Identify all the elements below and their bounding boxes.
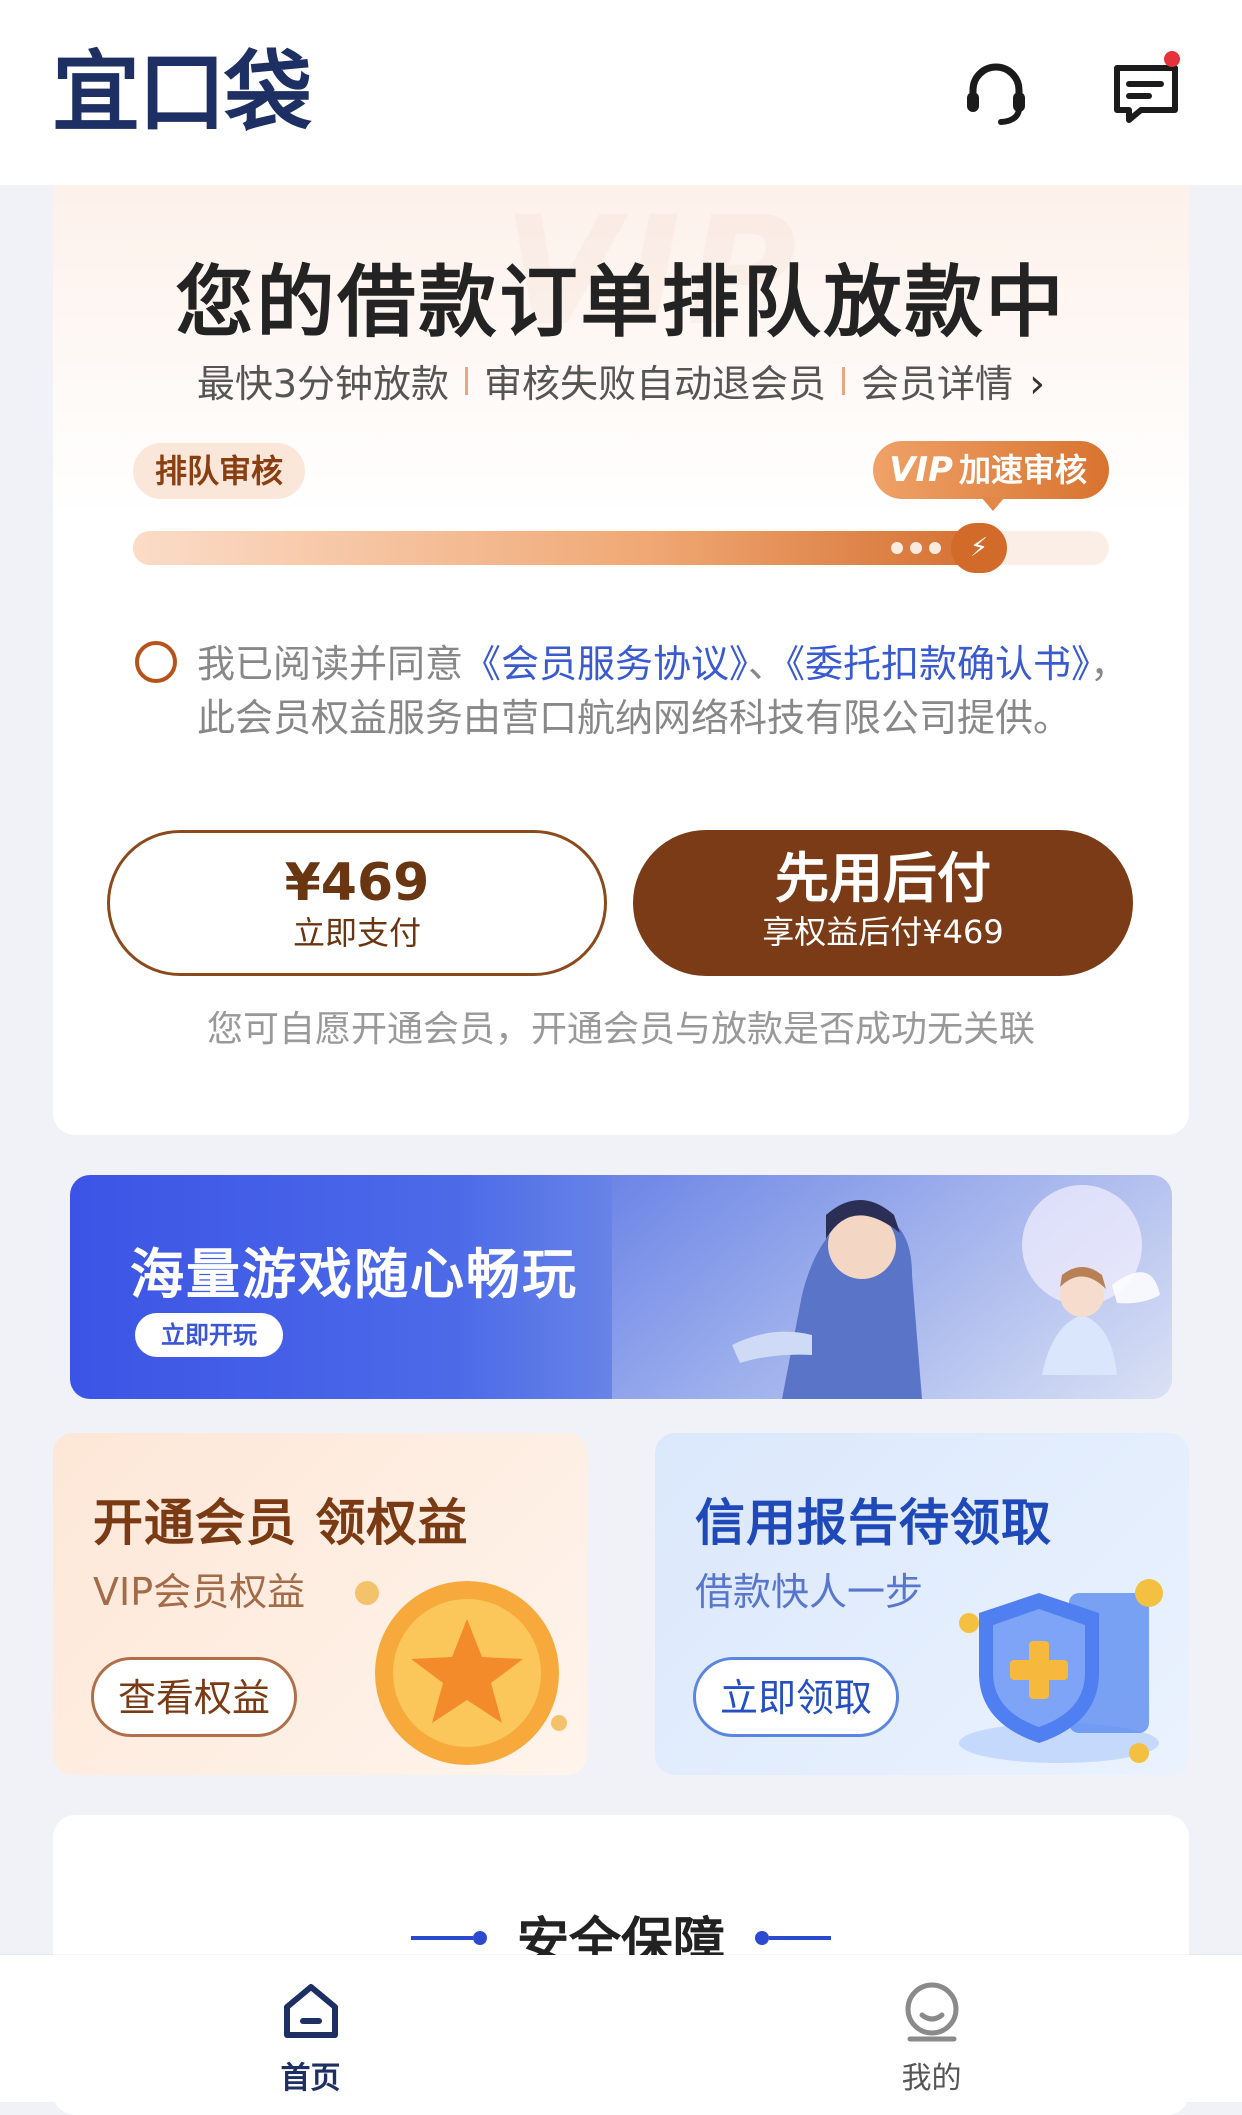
pay-later-button[interactable]: 先用后付 享权益后付¥469 bbox=[633, 830, 1133, 976]
pay-later-label: 先用后付 bbox=[775, 847, 991, 910]
pay-later-sub: 享权益后付¥469 bbox=[762, 913, 1004, 951]
vip-badge: VIP bbox=[889, 450, 953, 490]
notification-dot bbox=[1164, 50, 1180, 67]
app-logo: 宜口袋 bbox=[52, 40, 312, 144]
gold-coin-star-icon bbox=[355, 1581, 567, 1765]
view-benefits-button[interactable]: 查看权益 bbox=[91, 1657, 298, 1737]
refund-text: 审核失败自动退会员 bbox=[484, 362, 827, 406]
app-header: 宜口袋 bbox=[0, 0, 1242, 185]
speedup-label: 加速审核 bbox=[958, 451, 1087, 489]
agree-separator: 、 bbox=[748, 642, 787, 686]
divider bbox=[465, 366, 469, 395]
vip-card-subtitle: VIP会员权益 bbox=[93, 1570, 306, 1614]
credit-report-card[interactable]: 信用报告待领取 借款快人一步 立即领取 bbox=[655, 1433, 1189, 1775]
claim-now-button[interactable]: 立即领取 bbox=[693, 1657, 900, 1737]
tab-home[interactable]: 首页 bbox=[0, 1955, 621, 2102]
agree-checkbox[interactable] bbox=[135, 641, 177, 683]
profile-icon bbox=[905, 1982, 958, 2042]
progress-dots bbox=[891, 542, 941, 554]
pay-now-button[interactable]: ¥469 立即支付 bbox=[107, 830, 607, 976]
member-service-agreement-link[interactable]: 《会员服务协议》 bbox=[463, 642, 748, 686]
home-icon bbox=[283, 1984, 338, 2038]
headset-icon bbox=[967, 63, 1025, 125]
voluntary-notice: 您可自愿开通会员，开通会员与放款是否成功无关联 bbox=[206, 1009, 1035, 1050]
loan-order-card: VIP 您的借款订单排队放款中 最快3分钟放款 审核失败自动退会员 会员详情 ›… bbox=[53, 185, 1189, 1135]
agree-prefix: 我已阅读并同意 bbox=[197, 642, 464, 686]
pay-now-label: 立即支付 bbox=[292, 914, 421, 952]
agreement-text: 我已阅读并同意《会员服务协议》、《委托扣款确认书》，此会员权益服务由营口航纳网络… bbox=[197, 637, 1135, 745]
review-progress-bar: ⚡ bbox=[133, 523, 1109, 573]
debit-confirmation-link[interactable]: 《委托扣款确认书》 bbox=[786, 642, 1090, 686]
tab-mine[interactable]: 我的 bbox=[621, 1955, 1242, 2102]
order-status-title: 您的借款订单排队放款中 bbox=[175, 258, 1067, 348]
fast-loan-text: 最快3分钟放款 bbox=[196, 362, 450, 406]
order-subtitle: 最快3分钟放款 审核失败自动退会员 会员详情 › bbox=[53, 353, 1189, 408]
credit-card-subtitle: 借款快人一步 bbox=[695, 1570, 924, 1614]
title-decoration-right bbox=[755, 1930, 831, 1945]
member-details-label: 会员详情 bbox=[861, 362, 1014, 406]
agreement-row: 我已阅读并同意《会员服务协议》、《委托扣款确认书》，此会员权益服务由营口航纳网络… bbox=[135, 637, 1135, 745]
credit-card-title: 信用报告待领取 bbox=[695, 1494, 1052, 1552]
vip-speedup-tag[interactable]: VIP 加速审核 bbox=[873, 441, 1109, 511]
tab-mine-label: 我的 bbox=[901, 2061, 962, 2096]
banner-title: 海量游戏随心畅玩 bbox=[130, 1243, 578, 1306]
queue-review-tag: 排队审核 bbox=[133, 443, 306, 499]
divider bbox=[842, 366, 846, 395]
progress-fill bbox=[133, 531, 991, 565]
game-characters-illustration bbox=[612, 1175, 1172, 1399]
bottom-tab-bar: 首页 我的 bbox=[0, 1955, 1242, 2102]
play-now-button[interactable]: 立即开玩 bbox=[135, 1313, 283, 1357]
title-decoration-left bbox=[410, 1930, 487, 1945]
header-actions bbox=[960, 50, 1182, 129]
vip-benefits-card[interactable]: 开通会员 领权益 VIP会员权益 查看权益 bbox=[53, 1433, 587, 1775]
message-button[interactable] bbox=[1110, 50, 1182, 129]
member-details-link[interactable]: 会员详情 › bbox=[861, 353, 1045, 408]
rocket-icon: ⚡ bbox=[951, 523, 1007, 573]
chevron-right-icon: › bbox=[1029, 361, 1046, 407]
tab-home-label: 首页 bbox=[280, 2061, 341, 2096]
game-banner[interactable]: 海量游戏随心畅玩 立即开玩 bbox=[70, 1175, 1172, 1399]
pay-amount: ¥469 bbox=[284, 853, 430, 913]
shield-icon bbox=[959, 1579, 1163, 1763]
customer-service-button[interactable] bbox=[960, 57, 1032, 129]
message-icon bbox=[1114, 64, 1178, 123]
vip-card-title: 开通会员 领权益 bbox=[93, 1494, 469, 1552]
